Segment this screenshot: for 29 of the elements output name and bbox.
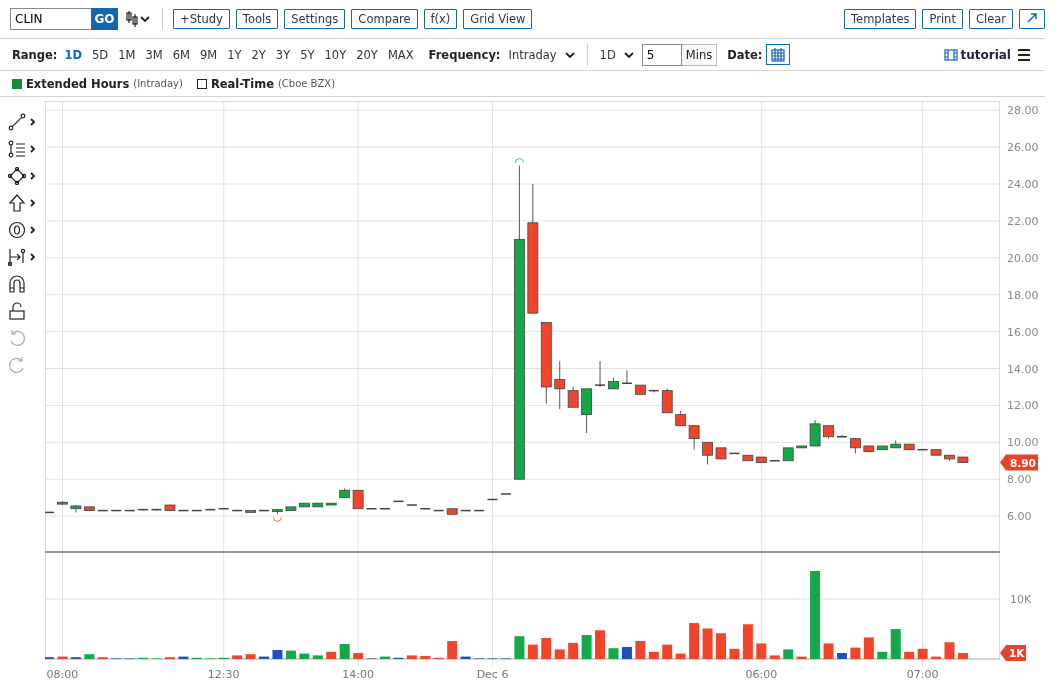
price-axis-label: 22.00 xyxy=(1007,214,1039,228)
time-axis-label: 08:00 xyxy=(46,668,79,681)
volume-badge: 1K xyxy=(1000,645,1026,661)
last-price-badge: 8.90 xyxy=(1000,454,1038,471)
price-axis-label: 18.00 xyxy=(1007,288,1039,302)
price-axis-label: 26.00 xyxy=(1007,141,1039,155)
price-axis-label: 16.00 xyxy=(1007,325,1039,339)
legend-label: Real-Time xyxy=(210,76,274,91)
legend-label: Extended Hours xyxy=(26,76,130,91)
price-axis-label: 8.00 xyxy=(1007,473,1032,487)
legend-note: (Cboe BZX) xyxy=(277,78,336,90)
range-label: Range: xyxy=(12,47,58,62)
time-axis-label: Dec 6 xyxy=(476,668,509,681)
price-axis-label: 20.00 xyxy=(1007,251,1039,265)
time-axis-label: 14:00 xyxy=(342,668,374,681)
date-label: Date: xyxy=(727,47,763,62)
price-axis-label: 6.00 xyxy=(1007,510,1032,524)
interval-unit: Mins xyxy=(681,44,717,65)
time-axis-label: 12:30 xyxy=(207,668,240,681)
legend-note: (Intraday) xyxy=(133,78,183,90)
price-axis-label: 28.00 xyxy=(1007,104,1039,118)
time-axis-label: 07:00 xyxy=(906,668,939,681)
time-axis-label: 06:00 xyxy=(745,668,778,681)
price-axis-label: 24.00 xyxy=(1007,178,1039,191)
volume-axis-label: 10K xyxy=(1010,593,1032,607)
price-axis-label: 10.00 xyxy=(1007,436,1039,450)
price-axis-label: 14.00 xyxy=(1007,362,1039,376)
price-axis-label: 12.00 xyxy=(1007,399,1039,413)
frequency-label: Frequency: xyxy=(428,47,501,62)
